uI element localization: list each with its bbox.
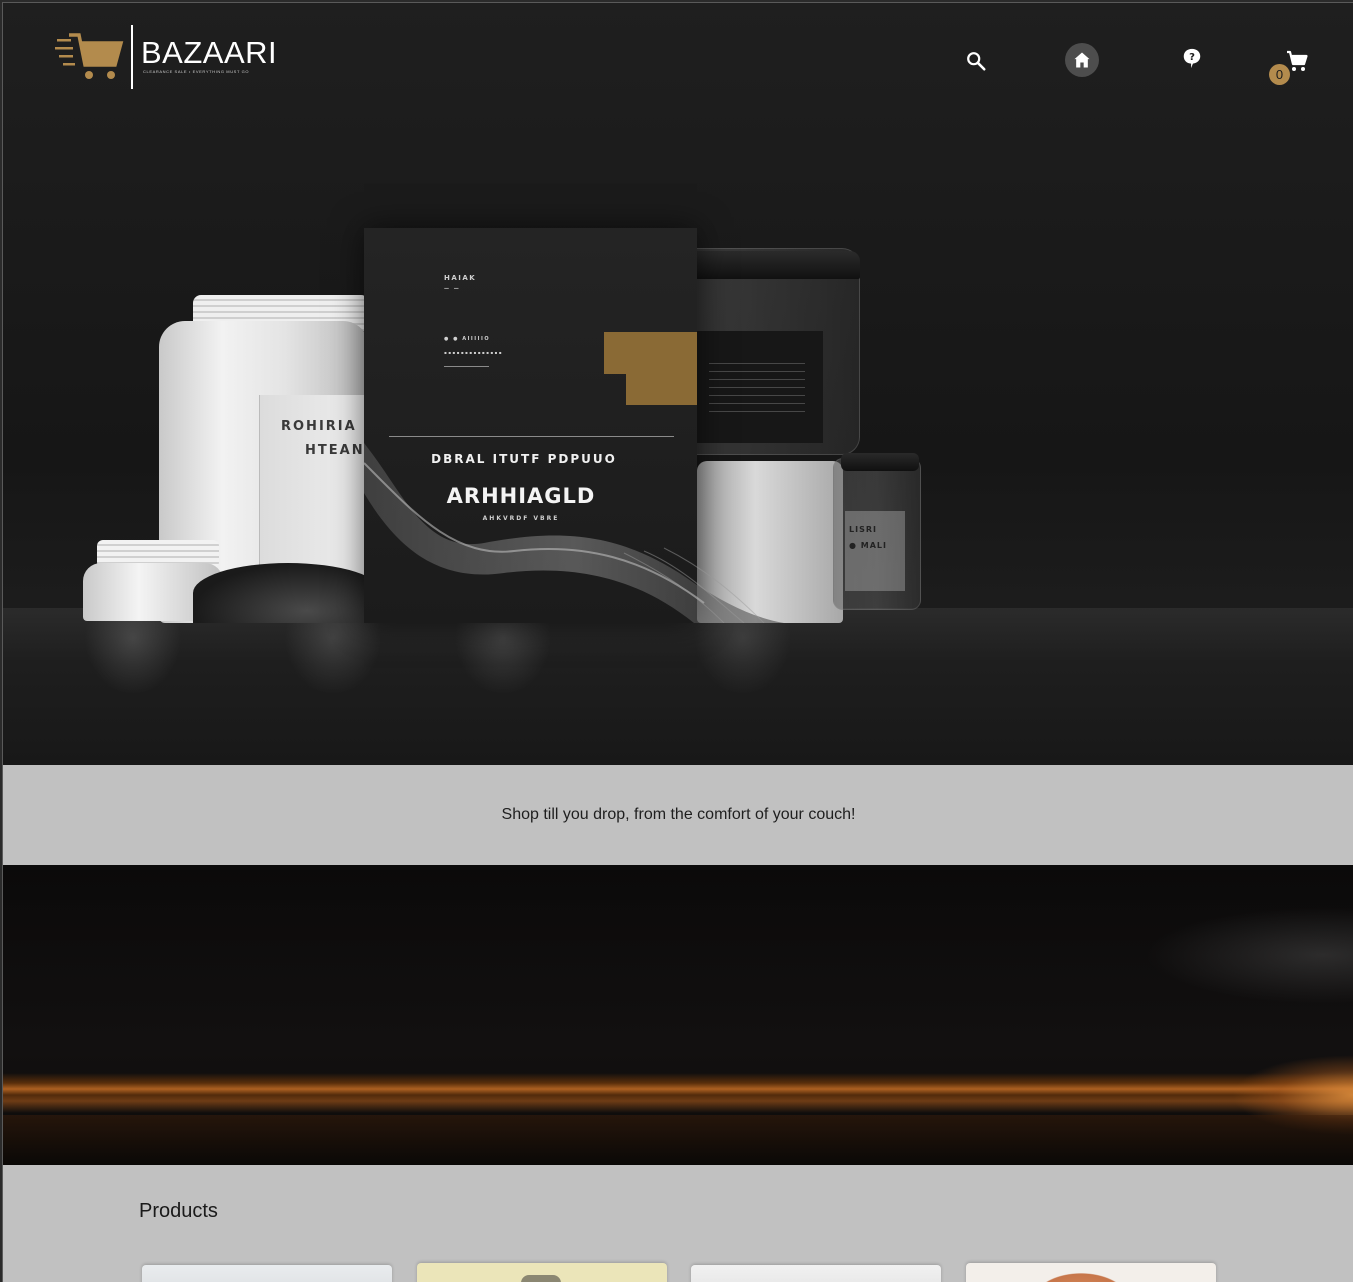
tagline-text: Shop till you drop, from the comfort of … — [501, 806, 856, 823]
package-gold-block — [604, 332, 697, 374]
brand-name: BAZAARI — [141, 35, 278, 70]
right-glass-jar-label — [845, 511, 905, 591]
secondary-banner-image — [3, 865, 1353, 1165]
help-icon: ? — [1183, 48, 1201, 69]
right-jar-label-text-2: ● MALI — [849, 541, 887, 550]
package-label-mid-sub: ▪▪▪▪▪▪▪▪▪▪▪▪▪▪ — [444, 350, 503, 355]
package-feather-wave — [364, 443, 784, 623]
right-jar-label-text-1: LISRI — [849, 525, 877, 534]
banner-reflection — [3, 1115, 1353, 1165]
product-card[interactable] — [966, 1263, 1216, 1282]
products-section: Products — [3, 1165, 1353, 1282]
hero-floor-glow — [63, 618, 923, 758]
product-image — [1026, 1269, 1136, 1282]
home-icon — [1074, 52, 1090, 68]
dark-jar-label-lines — [709, 363, 805, 413]
site-header: BAZAARI CLEARANCE SALE • EVERYTHING MUST… — [3, 3, 1353, 118]
logo-divider — [131, 25, 133, 89]
page-frame: LISRI ● MALI ROHIRIA HTEAN HAIAK — — ● ●… — [2, 2, 1353, 1282]
brand-logo[interactable]: BAZAARI CLEARANCE SALE • EVERYTHING MUST… — [55, 25, 285, 89]
product-card[interactable] — [417, 1263, 667, 1282]
products-heading: Products — [139, 1200, 218, 1222]
logo-cart-icon — [55, 33, 124, 79]
home-button[interactable] — [1065, 43, 1099, 77]
product-card[interactable] — [142, 1265, 392, 1282]
package-label-top: HAIAK — [444, 274, 477, 282]
svg-text:?: ? — [1189, 52, 1195, 63]
package-gold-block-lower — [626, 374, 697, 405]
package-label-top-sub: — — — [444, 286, 461, 292]
brand-tagline: CLEARANCE SALE • EVERYTHING MUST GO — [143, 69, 250, 74]
right-glass-jar-lid — [841, 453, 919, 471]
package-rule-small — [444, 366, 489, 367]
dark-feather-image — [193, 563, 383, 623]
product-card[interactable] — [691, 1265, 941, 1282]
tagline-band: Shop till you drop, from the comfort of … — [3, 765, 1353, 865]
search-icon — [967, 52, 986, 71]
search-button[interactable] — [958, 43, 994, 79]
big-jar-text-2: HTEAN — [305, 443, 365, 458]
help-button[interactable]: ? — [1174, 41, 1210, 77]
cart-count-badge: 0 — [1269, 64, 1290, 85]
big-jar-text-1: ROHIRIA — [281, 419, 357, 434]
package-label-mid: ● ● AIIIIIO — [444, 336, 491, 342]
